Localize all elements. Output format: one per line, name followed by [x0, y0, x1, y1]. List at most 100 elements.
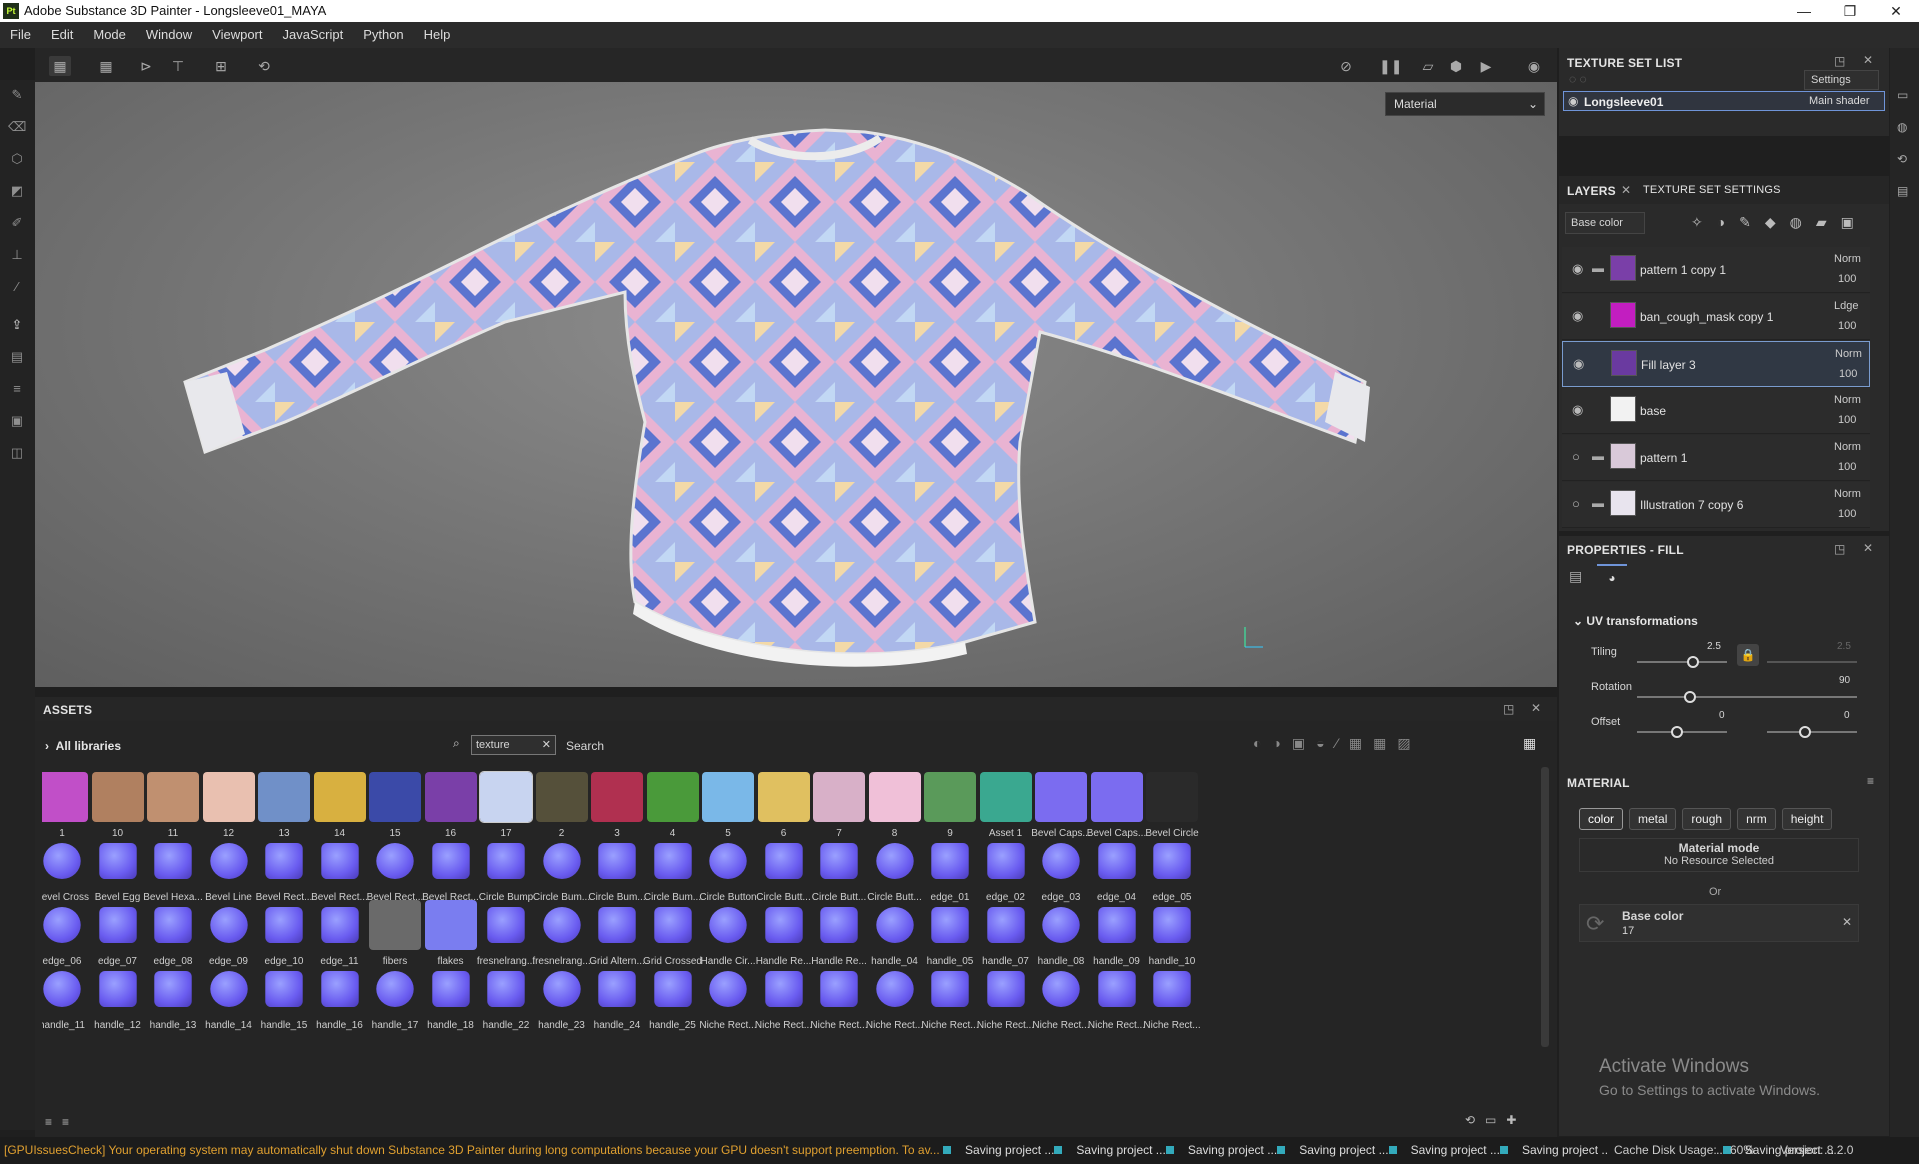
undock-icon[interactable]: ◳: [1834, 54, 1845, 68]
paint-brush-icon[interactable]: ✎: [8, 86, 26, 104]
layer-tools[interactable]: ✧◑✎◆◍▰▣: [1691, 214, 1868, 231]
screenshot-icon[interactable]: ◉: [1523, 56, 1545, 76]
texture-set-icon[interactable]: ▭: [1897, 88, 1908, 102]
tiling-slider[interactable]: [1637, 661, 1727, 663]
eye-icon[interactable]: ◉: [1573, 356, 1584, 372]
lock-icon[interactable]: 🔒: [1737, 644, 1759, 666]
pause-icon[interactable]: ❚❚: [1379, 56, 1402, 76]
menu-edit[interactable]: Edit: [41, 22, 83, 48]
close-window-button[interactable]: ✕: [1873, 0, 1919, 22]
eye-icon[interactable]: ◉: [1572, 261, 1583, 277]
tab-texture-set-settings[interactable]: TEXTURE SET SETTINGS: [1643, 184, 1781, 196]
close-icon[interactable]: ✕: [1863, 541, 1873, 555]
grid-view-icon[interactable]: ▦: [95, 56, 117, 76]
offset-v-slider[interactable]: [1767, 731, 1857, 733]
hide-icon[interactable]: ⊘: [1335, 56, 1357, 76]
tiling-knob[interactable]: [1687, 656, 1699, 668]
layer-row[interactable]: ◉ ▬ pattern 1 copy 1 Norm 100: [1562, 247, 1870, 293]
eye-icon[interactable]: ○: [1572, 449, 1580, 464]
blend-mode[interactable]: Norm: [1835, 348, 1862, 360]
layer-name[interactable]: ban_cough_mask copy 1: [1640, 310, 1773, 324]
menu-icon[interactable]: ≡: [1867, 774, 1874, 788]
channel-select[interactable]: Base color: [1565, 212, 1645, 234]
gpu-warning[interactable]: [GPUIssuesCheck] Your operating system m…: [4, 1143, 940, 1157]
layer-row[interactable]: ○ ▬ pattern 1 Norm 100: [1562, 435, 1870, 481]
tab-layers[interactable]: LAYERS: [1567, 184, 1616, 198]
shelf-icon[interactable]: ◫: [8, 444, 26, 462]
layer-row[interactable]: ◉ base Norm 100: [1562, 388, 1870, 434]
export-icon[interactable]: ⇪: [8, 316, 26, 334]
assets-bottom-tools[interactable]: ≡≡: [45, 1115, 79, 1129]
blend-mode[interactable]: Norm: [1834, 441, 1861, 453]
log-icon[interactable]: ▤: [1897, 184, 1908, 198]
close-icon[interactable]: ✕: [1863, 53, 1873, 67]
layer-opacity[interactable]: 100: [1838, 320, 1856, 332]
camera-icon[interactable]: ▶: [1475, 56, 1497, 76]
undock-icon[interactable]: ◳: [1834, 542, 1845, 556]
clone-stamp-icon[interactable]: ⊥: [8, 246, 26, 264]
offset-value-u[interactable]: 0: [1719, 710, 1725, 721]
visibility-icon[interactable]: ◌ ◌: [1569, 72, 1587, 86]
bake-icon[interactable]: ▤: [8, 348, 26, 366]
color-picker-icon[interactable]: ⁄: [8, 278, 26, 296]
chip-metal[interactable]: metal: [1629, 808, 1677, 830]
menu-help[interactable]: Help: [414, 22, 461, 48]
material-tab-icon[interactable]: ◕: [1597, 564, 1627, 590]
menu-mode[interactable]: Mode: [83, 22, 136, 48]
assets-scrollbar[interactable]: [1541, 767, 1549, 1047]
shader-icon[interactable]: ◍: [1897, 120, 1907, 134]
rotation-value[interactable]: 90: [1839, 675, 1850, 686]
layer-opacity[interactable]: 100: [1838, 414, 1856, 426]
blend-mode[interactable]: Norm: [1834, 394, 1861, 406]
layer-name[interactable]: Illustration 7 copy 6: [1640, 498, 1743, 512]
measure-icon[interactable]: ≡: [8, 380, 26, 398]
view-3d-icon[interactable]: ⬢: [1445, 56, 1467, 76]
menu-viewport[interactable]: Viewport: [202, 22, 272, 48]
uv-transformations-header[interactable]: ⌄ UV transformations: [1573, 614, 1698, 628]
blend-mode[interactable]: Ldge: [1834, 300, 1858, 312]
mirror-x-icon[interactable]: ⊳: [135, 56, 157, 76]
all-libraries[interactable]: › All libraries: [45, 739, 121, 753]
layer-row[interactable]: ○ ▬ Illustration 7 copy 6 Norm 100: [1562, 482, 1870, 528]
close-icon[interactable]: ✕: [1531, 701, 1541, 715]
eye-icon[interactable]: ◉: [1568, 94, 1578, 108]
layer-row[interactable]: ◉ Fill layer 3 Norm 100: [1562, 341, 1870, 387]
base-color-slot[interactable]: ⟳ Base color 17 ✕: [1579, 904, 1859, 942]
chip-rough[interactable]: rough: [1682, 808, 1732, 830]
smudge-icon[interactable]: ✐: [8, 214, 26, 232]
eye-icon[interactable]: ◉: [1572, 308, 1583, 324]
projection-icon[interactable]: ⬡: [8, 150, 26, 168]
asset-item[interactable]: Niche Rect...: [1143, 960, 1220, 1038]
search-input[interactable]: texture ✕: [471, 735, 556, 755]
viewport-mode-select[interactable]: Material ⌄: [1385, 92, 1545, 116]
tiling-value[interactable]: 2.5: [1707, 641, 1721, 652]
history-icon[interactable]: ⟲: [253, 56, 275, 76]
chip-height[interactable]: height: [1781, 808, 1833, 830]
view-2d-icon[interactable]: ▱: [1417, 56, 1439, 76]
layer-name[interactable]: base: [1640, 404, 1666, 418]
blend-mode[interactable]: Norm: [1834, 488, 1861, 500]
layer-opacity[interactable]: 100: [1839, 368, 1857, 380]
layer-opacity[interactable]: 100: [1838, 461, 1856, 473]
rotation-knob[interactable]: [1684, 691, 1696, 703]
filter-icons[interactable]: ◐◑▣◒⁄▦▦▨: [1253, 735, 1422, 752]
display-settings-icon[interactable]: ▣: [8, 412, 26, 430]
offset-value-v[interactable]: 0: [1844, 710, 1850, 721]
history-icon[interactable]: ⟲: [1897, 152, 1907, 166]
menu-file[interactable]: File: [0, 22, 41, 48]
clear-icon[interactable]: ✕: [1842, 915, 1852, 929]
grid-size-icon[interactable]: ▦: [1523, 735, 1536, 752]
chip-color[interactable]: color: [1579, 808, 1624, 830]
rotation-slider[interactable]: [1637, 696, 1857, 698]
undock-icon[interactable]: ◳: [1503, 702, 1514, 716]
eraser-icon[interactable]: ⌫: [8, 118, 26, 136]
material-mode-box[interactable]: Material mode No Resource Selected: [1579, 838, 1859, 872]
shader-name[interactable]: Main shader: [1809, 95, 1870, 107]
3d-viewport[interactable]: [35, 82, 1557, 687]
offset-u-knob[interactable]: [1671, 726, 1683, 738]
layer-name[interactable]: pattern 1 copy 1: [1640, 263, 1726, 277]
menu-python[interactable]: Python: [353, 22, 413, 48]
layer-name[interactable]: Fill layer 3: [1641, 358, 1696, 372]
chip-nrm[interactable]: nrm: [1737, 808, 1776, 830]
blend-mode[interactable]: Norm: [1834, 253, 1861, 265]
